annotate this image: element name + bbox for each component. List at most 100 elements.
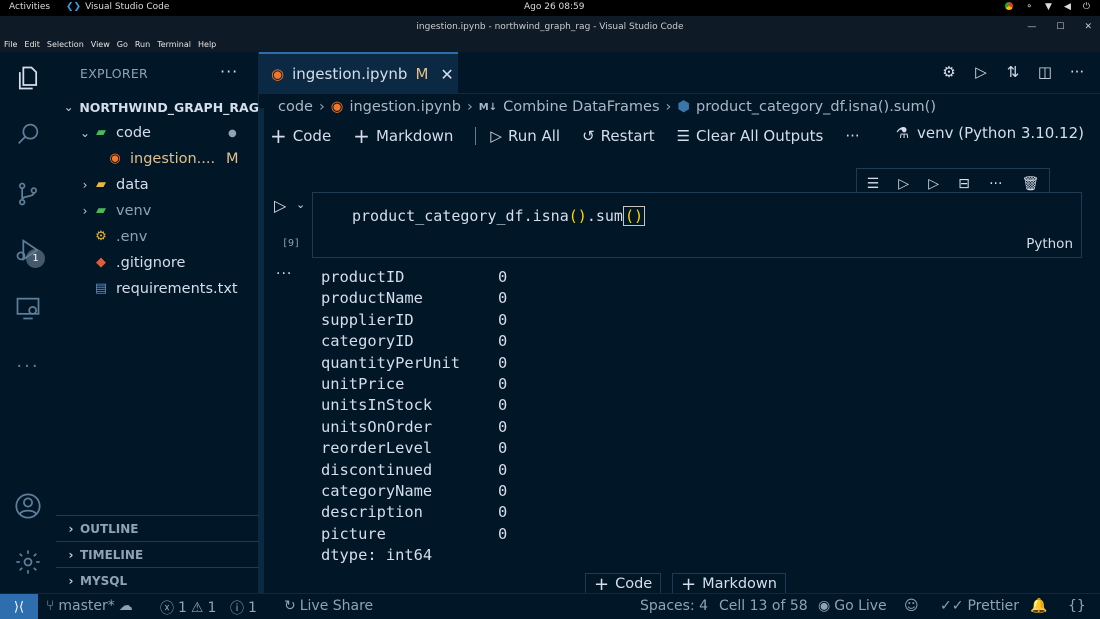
- menu-run[interactable]: Run: [135, 38, 150, 52]
- compare-icon[interactable]: ⇅: [1004, 62, 1022, 82]
- plus-icon: +: [353, 124, 370, 148]
- remote-explorer-icon[interactable]: [14, 294, 42, 322]
- run-icon[interactable]: ▷: [972, 62, 990, 82]
- split-editor-icon[interactable]: ◫: [1036, 62, 1054, 82]
- close-window-icon[interactable]: ✕: [1084, 16, 1092, 38]
- menu-help[interactable]: Help: [198, 38, 216, 52]
- live-share-button[interactable]: ↻ Live Share: [284, 598, 373, 614]
- tree-item-code[interactable]: ⌄ ▰ code ●: [56, 120, 259, 146]
- indentation-indicator[interactable]: Spaces: 4: [640, 598, 708, 614]
- volume-icon[interactable]: ◀: [1064, 2, 1071, 12]
- wifi-icon[interactable]: ▼: [1045, 2, 1052, 12]
- cell-position-indicator[interactable]: Cell 13 of 58: [719, 598, 808, 614]
- tree-item-requirements[interactable]: ▤ requirements.txt: [56, 276, 259, 302]
- add-markdown-cell-button[interactable]: + Markdown: [353, 126, 453, 146]
- go-live-button[interactable]: ◉ Go Live: [818, 598, 887, 614]
- problems-indicator[interactable]: ⓧ 1 ⚠ 1: [160, 598, 216, 618]
- system-tray[interactable]: ⚬ ▼ ◀ ⏻: [1005, 2, 1090, 12]
- tree-item-venv[interactable]: › ▰ venv: [56, 198, 259, 224]
- menu-selection[interactable]: Selection: [47, 38, 84, 52]
- account-icon[interactable]: [14, 492, 42, 520]
- sidebar-title: EXPLORER: [80, 66, 149, 81]
- delete-cell-icon[interactable]: 🗑: [1022, 176, 1040, 192]
- run-debug-icon[interactable]: [14, 236, 42, 264]
- output-more-icon[interactable]: ···: [276, 266, 292, 282]
- accessibility-icon[interactable]: ⚬: [1025, 2, 1033, 12]
- remote-indicator-icon[interactable]: ⟩⟨: [0, 594, 38, 619]
- explorer-icon[interactable]: [14, 64, 42, 92]
- kernel-picker[interactable]: ⚗ venv (Python 3.10.12): [896, 124, 1084, 142]
- code-cell[interactable]: product_category_df.isna().sum() Python: [312, 192, 1082, 258]
- power-icon[interactable]: ⏻: [1083, 2, 1090, 12]
- section-timeline[interactable]: › TIMELINE: [56, 541, 259, 567]
- braces-icon[interactable]: {}: [1068, 598, 1086, 614]
- settings-gear-icon[interactable]: ⚙: [940, 62, 958, 82]
- clear-outputs-button[interactable]: ☰ Clear All Outputs: [677, 127, 824, 145]
- code-line[interactable]: product_category_df.isna().sum(): [352, 206, 645, 226]
- breadcrumb-symbol[interactable]: product_category_df.isna().sum(): [696, 99, 936, 115]
- chrome-icon[interactable]: [1005, 2, 1014, 10]
- menu-view[interactable]: View: [91, 38, 110, 52]
- menu-terminal[interactable]: Terminal: [157, 38, 191, 52]
- tab-ingestion[interactable]: ◉ ingestion.ipynb M ✕: [259, 52, 458, 94]
- code-folder-icon: ▰: [96, 125, 106, 140]
- workspace-root[interactable]: ⌄ NORTHWIND_GRAPH_RAG: [56, 94, 259, 120]
- close-tab-icon[interactable]: ✕: [440, 65, 453, 84]
- restart-button[interactable]: ↺ Restart: [582, 127, 655, 145]
- section-mysql[interactable]: › MYSQL: [56, 567, 259, 593]
- column-name: quantityPerUnit: [321, 353, 460, 372]
- source-control-icon[interactable]: [14, 180, 42, 208]
- copilot-icon[interactable]: ☺: [904, 598, 919, 614]
- more-views-icon[interactable]: ···: [14, 352, 42, 380]
- execute-below-icon[interactable]: ▷: [928, 176, 939, 192]
- search-icon[interactable]: [14, 120, 42, 148]
- venv-folder-icon: ▰: [96, 203, 106, 218]
- null-count: 0: [498, 439, 508, 458]
- section-outline[interactable]: › OUTLINE: [56, 515, 259, 541]
- toolbar-more-icon[interactable]: ···: [845, 127, 859, 145]
- branch-indicator[interactable]: ⑂ master* ☁: [46, 598, 133, 614]
- app-menu[interactable]: ❮❯ Visual Studio Code: [66, 2, 169, 12]
- chevron-right-icon: ›: [466, 99, 473, 115]
- notifications-bell-icon[interactable]: 🔔: [1030, 598, 1047, 614]
- menu-go[interactable]: Go: [117, 38, 128, 52]
- clear-all-icon: ☰: [676, 127, 691, 145]
- chevron-down-icon: ⌄: [63, 100, 74, 114]
- add-code-cell-button[interactable]: + Code: [270, 126, 331, 146]
- breadcrumb-section[interactable]: Combine DataFrames: [503, 99, 659, 115]
- info-indicator[interactable]: ⓘ 1: [230, 598, 257, 618]
- cell-more-icon[interactable]: ···: [989, 176, 1002, 192]
- settings-gear-icon[interactable]: [14, 548, 42, 576]
- run-all-button[interactable]: ▷ Run All: [490, 127, 560, 145]
- tree-item-gitignore[interactable]: ◆ .gitignore: [56, 250, 259, 276]
- workspace-root-label: NORTHWIND_GRAPH_RAG: [79, 99, 259, 115]
- breadcrumb-folder[interactable]: code: [278, 99, 313, 115]
- cell-language[interactable]: Python: [1026, 236, 1073, 252]
- tree-item-env[interactable]: ⚙ .env: [56, 224, 259, 250]
- insert-code-cell-button[interactable]: + Code: [585, 573, 662, 595]
- activities-button[interactable]: Activities: [9, 2, 50, 12]
- minimize-icon[interactable]: —: [1027, 16, 1036, 38]
- split-cell-icon[interactable]: ⊟: [958, 176, 970, 192]
- prettier-button[interactable]: ✓✓ Prettier: [940, 598, 1019, 614]
- run-cell-button[interactable]: ▷: [274, 196, 286, 215]
- tree-item-ingestion[interactable]: ◉ ingestion.... M: [56, 146, 259, 172]
- menu-file[interactable]: File: [4, 38, 17, 52]
- chevron-right-icon: ›: [68, 573, 74, 588]
- chevron-down-icon[interactable]: ⌄: [296, 198, 305, 211]
- execute-above-icon[interactable]: ▷: [898, 176, 909, 192]
- clock[interactable]: Ago 26 08:59: [524, 2, 585, 12]
- more-actions-icon[interactable]: ···: [1068, 62, 1086, 82]
- run-by-line-icon[interactable]: ☰: [867, 176, 880, 192]
- tree-item-data[interactable]: › ▰ data: [56, 172, 259, 198]
- jupyter-icon: ◉: [330, 99, 344, 115]
- null-count: 0: [498, 353, 508, 372]
- breadcrumb-file[interactable]: ingestion.ipynb: [349, 99, 461, 115]
- insert-markdown-cell-button[interactable]: + Markdown: [672, 573, 786, 595]
- menu-edit[interactable]: Edit: [24, 38, 40, 52]
- editor-tabs: ◉ ingestion.ipynb M ✕ ⚙ ▷ ⇅ ◫ ···: [259, 52, 1100, 94]
- null-count: 0: [498, 332, 508, 351]
- maximize-icon[interactable]: ☐: [1056, 16, 1064, 38]
- tree-item-label: code: [116, 125, 151, 141]
- explorer-more-icon[interactable]: ···: [220, 62, 238, 81]
